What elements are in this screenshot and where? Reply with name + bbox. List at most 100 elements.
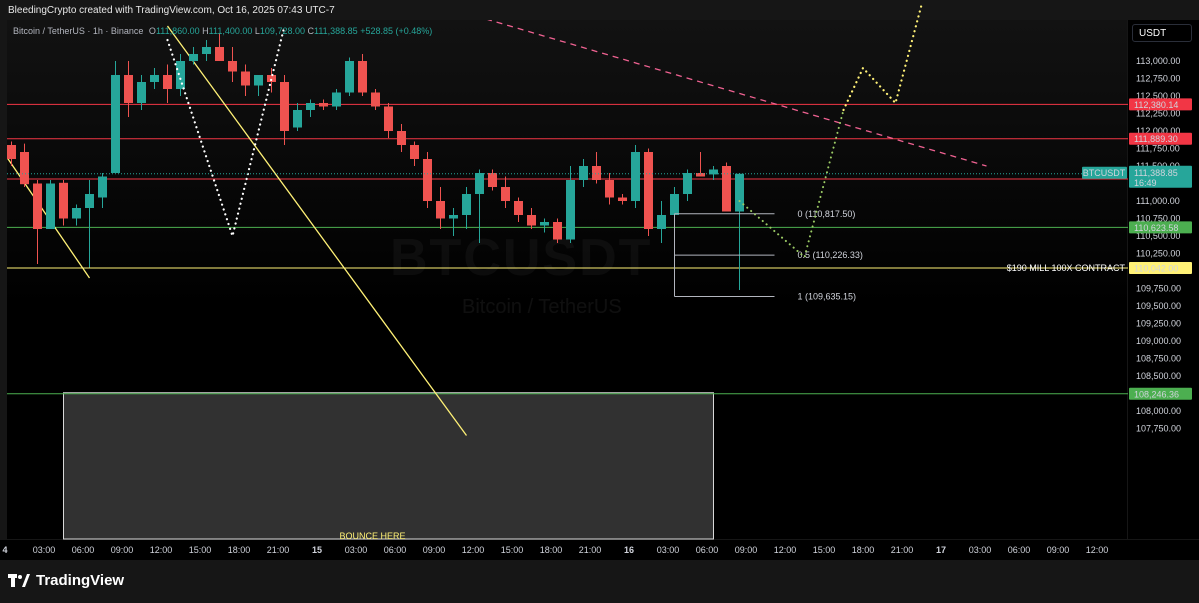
candle-body: [254, 75, 263, 86]
candle-body: [436, 201, 445, 219]
candle-body: [306, 103, 315, 110]
level-price-text-1: 111,889.30: [1134, 134, 1178, 144]
time-tick: 09:00: [1047, 545, 1070, 555]
time-tick: 21:00: [891, 545, 914, 555]
time-tick: 09:00: [735, 545, 758, 555]
ticker-tag-text: BTCUSDT: [1083, 168, 1126, 178]
time-tick: 21:00: [579, 545, 602, 555]
last-price-text: 111,388.85: [1134, 168, 1178, 178]
price-tick: 112,750.00: [1136, 74, 1180, 84]
candle-body: [137, 82, 146, 103]
candle-body: [7, 145, 16, 159]
candle-body: [228, 61, 237, 72]
yellow-trendline-1: [166, 25, 468, 436]
legend-change: +528.85 (+0.48%): [360, 26, 433, 36]
candle-body: [397, 131, 406, 145]
time-tick: 06:00: [696, 545, 719, 555]
candle-body: [33, 183, 42, 229]
candle-body: [566, 180, 575, 240]
legend-high: 111,400.00: [208, 26, 253, 36]
legend-open: 111,860.00: [155, 26, 200, 36]
candle-body: [449, 215, 458, 219]
time-tick: 18:00: [852, 545, 875, 555]
candle-body: [527, 215, 536, 226]
candle-body: [423, 159, 432, 201]
time-tick: 03:00: [969, 545, 992, 555]
candle-body: [176, 61, 185, 89]
level-note: $190 MILL 100X CONTRACT: [1007, 263, 1126, 273]
currency-button[interactable]: USDT: [1132, 24, 1192, 42]
fib-label-2: 1 (109,635.15): [798, 292, 857, 302]
price-tick: 109,500.00: [1136, 301, 1181, 311]
candle-body: [501, 187, 510, 201]
level-price-text-3: 110,623.58: [1134, 223, 1178, 233]
price-tick: 109,000.00: [1136, 336, 1181, 346]
price-tick: 111,000.00: [1136, 196, 1180, 206]
level-price-text-0: 112,380.14: [1134, 100, 1178, 110]
time-tick: 15: [312, 545, 322, 555]
candle-body: [150, 75, 159, 82]
time-tick: 18:00: [228, 545, 251, 555]
candle-body: [644, 152, 653, 229]
candle-body: [241, 71, 250, 86]
white-dotted-path: [166, 24, 286, 240]
time-tick: 09:00: [111, 545, 134, 555]
candle-body: [85, 194, 94, 208]
time-tick: 06:00: [384, 545, 407, 555]
candle-body: [657, 215, 666, 229]
price-tick: 108,000.00: [1136, 406, 1181, 416]
candle-body: [59, 182, 68, 219]
candle-body: [72, 208, 81, 219]
candle-body: [202, 47, 211, 54]
time-tick: 06:00: [72, 545, 95, 555]
time-tick: 16: [624, 545, 634, 555]
price-tick: 110,250.00: [1136, 249, 1180, 259]
brand-footer[interactable]: TradingView: [8, 572, 124, 589]
candle-body: [98, 176, 107, 198]
time-tick: 12:00: [150, 545, 173, 555]
time-tick: 12:00: [462, 545, 485, 555]
candle-body: [358, 61, 367, 93]
candle-body: [384, 106, 393, 131]
time-tick: 15:00: [189, 545, 212, 555]
time-tick: 4: [2, 545, 7, 555]
bounce-zone: [63, 392, 714, 540]
legend-symbol[interactable]: Bitcoin / TetherUS · 1h · Binance: [13, 26, 143, 36]
candle-body: [540, 222, 549, 226]
candle-body: [189, 54, 198, 61]
legend-low: 109,728.00: [259, 26, 305, 36]
candle-body: [592, 166, 601, 180]
brand-name: TradingView: [36, 572, 125, 589]
price-chart[interactable]: 0 (110,817.50) 0.5 (110,226.33) 1 (109,635…: [0, 0, 1199, 603]
symbol-legend: Bitcoin / TetherUS · 1h · Binance O111,8…: [13, 26, 432, 36]
candle-body: [462, 194, 471, 215]
legend-open-label: O: [148, 26, 156, 36]
candle-body: [709, 169, 718, 175]
price-tick: 111,750.00: [1136, 144, 1180, 154]
fib-label-1: 0.5 (110,226.33): [798, 250, 863, 260]
time-tick: 03:00: [657, 545, 680, 555]
candle-body: [618, 197, 627, 201]
yellow-dotted-path: [842, 3, 923, 112]
fib-label-0: 0 (110,817.50): [798, 209, 856, 219]
legend-close: 111,388.85: [313, 26, 358, 36]
price-tick: 109,750.00: [1136, 284, 1181, 294]
candle-body: [579, 166, 588, 180]
time-tick: 18:00: [540, 545, 563, 555]
time-tick: 03:00: [345, 545, 368, 555]
time-tick: 12:00: [774, 545, 797, 555]
candle-body: [332, 92, 341, 107]
candle-body: [20, 152, 29, 185]
time-tick: 15:00: [813, 545, 836, 555]
candle-body: [631, 152, 640, 201]
candle-body: [345, 61, 354, 93]
price-tick: 108,500.00: [1136, 371, 1181, 381]
price-tick: 113,000.00: [1136, 56, 1180, 66]
tradingview-logo-icon: [8, 573, 30, 587]
candle-body: [111, 75, 120, 173]
level-price-text-5: 108,246.36: [1134, 389, 1179, 399]
price-tick: 109,250.00: [1136, 319, 1181, 329]
candle-body: [280, 82, 289, 131]
time-tick: 17: [936, 545, 946, 555]
candle-body: [0, 139, 3, 145]
